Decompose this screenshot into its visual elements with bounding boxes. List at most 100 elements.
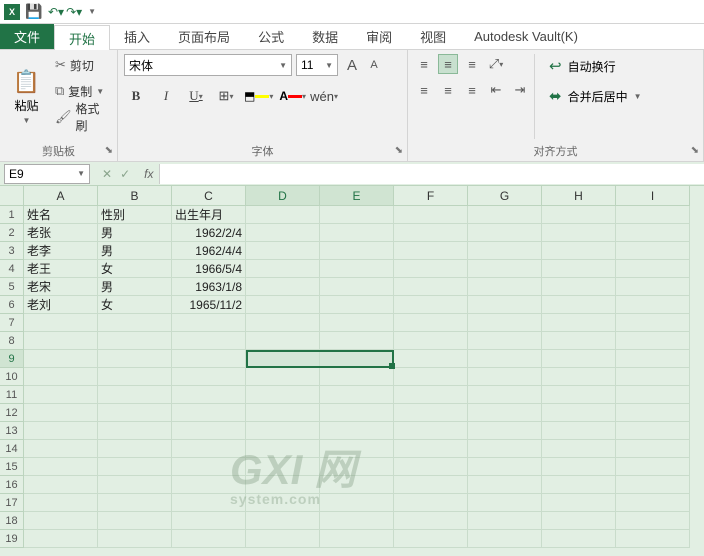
cell[interactable] — [616, 332, 690, 350]
cell[interactable] — [320, 386, 394, 404]
cell[interactable] — [616, 242, 690, 260]
undo-button[interactable]: ↶▾ — [48, 5, 64, 19]
cell[interactable] — [246, 512, 320, 530]
qat-dropdown[interactable]: ▼ — [88, 7, 96, 16]
cell[interactable] — [320, 242, 394, 260]
tab-home[interactable]: 开始 — [54, 25, 110, 50]
cell[interactable] — [24, 422, 98, 440]
cell[interactable] — [468, 296, 542, 314]
cell[interactable] — [542, 296, 616, 314]
spreadsheet-grid[interactable]: ABCDEFGHI 12345678910111213141516171819 … — [0, 186, 704, 556]
cell[interactable] — [468, 530, 542, 548]
cell[interactable] — [542, 440, 616, 458]
cell[interactable] — [468, 278, 542, 296]
row-header[interactable]: 14 — [0, 440, 24, 458]
cell[interactable] — [616, 440, 690, 458]
select-all-corner[interactable] — [0, 186, 24, 206]
cell[interactable] — [616, 458, 690, 476]
cell[interactable] — [172, 368, 246, 386]
cell[interactable] — [24, 458, 98, 476]
font-launcher-icon[interactable]: ⬊ — [395, 145, 403, 156]
font-color-button[interactable]: A▾ — [279, 89, 306, 103]
cell[interactable]: 老宋 — [24, 278, 98, 296]
row-header[interactable]: 17 — [0, 494, 24, 512]
cell[interactable] — [24, 350, 98, 368]
cell[interactable] — [616, 278, 690, 296]
cell[interactable] — [394, 458, 468, 476]
cell[interactable] — [616, 476, 690, 494]
row-header[interactable]: 10 — [0, 368, 24, 386]
cell[interactable] — [616, 404, 690, 422]
cell[interactable] — [394, 404, 468, 422]
cell[interactable] — [468, 386, 542, 404]
cell[interactable] — [172, 314, 246, 332]
cell[interactable] — [616, 422, 690, 440]
cell[interactable] — [172, 404, 246, 422]
row-header[interactable]: 11 — [0, 386, 24, 404]
cell[interactable]: 出生年月 — [172, 206, 246, 224]
cell[interactable]: 老李 — [24, 242, 98, 260]
cell[interactable] — [394, 206, 468, 224]
cell[interactable]: 男 — [98, 224, 172, 242]
increase-indent-button[interactable]: ⇥ — [510, 80, 530, 100]
column-header[interactable]: H — [542, 186, 616, 206]
font-name-select[interactable]: 宋体▼ — [124, 54, 292, 76]
underline-button[interactable]: U▾ — [184, 84, 208, 108]
cell[interactable] — [98, 440, 172, 458]
cell[interactable] — [246, 314, 320, 332]
cell[interactable] — [24, 332, 98, 350]
cell[interactable] — [98, 422, 172, 440]
column-header[interactable]: B — [98, 186, 172, 206]
cell[interactable] — [542, 260, 616, 278]
cell[interactable] — [542, 458, 616, 476]
cell[interactable] — [246, 350, 320, 368]
align-bottom-button[interactable]: ≡ — [462, 54, 482, 74]
cell[interactable] — [320, 224, 394, 242]
cell[interactable] — [24, 368, 98, 386]
cell[interactable] — [320, 494, 394, 512]
cell[interactable] — [98, 368, 172, 386]
cell[interactable] — [320, 422, 394, 440]
cell[interactable] — [246, 458, 320, 476]
cell[interactable] — [542, 404, 616, 422]
cell[interactable] — [320, 530, 394, 548]
cell[interactable] — [320, 368, 394, 386]
cell[interactable]: 1966/5/4 — [172, 260, 246, 278]
cell[interactable] — [394, 332, 468, 350]
cell[interactable] — [394, 224, 468, 242]
cell[interactable]: 女 — [98, 260, 172, 278]
row-header[interactable]: 12 — [0, 404, 24, 422]
cell[interactable] — [468, 422, 542, 440]
merge-center-button[interactable]: ⬌合并后居中▼ — [543, 84, 648, 108]
cell[interactable] — [394, 386, 468, 404]
cell[interactable] — [616, 224, 690, 242]
orientation-button[interactable]: ⤢▾ — [486, 54, 506, 74]
cell[interactable] — [468, 476, 542, 494]
align-right-button[interactable]: ≡ — [462, 80, 482, 100]
cell[interactable] — [468, 458, 542, 476]
cell[interactable] — [320, 404, 394, 422]
cell[interactable]: 女 — [98, 296, 172, 314]
cell[interactable] — [616, 512, 690, 530]
cell[interactable]: 1963/1/8 — [172, 278, 246, 296]
clipboard-launcher-icon[interactable]: ⬊ — [105, 145, 113, 156]
cell[interactable] — [468, 404, 542, 422]
cell[interactable] — [542, 224, 616, 242]
cell[interactable] — [172, 440, 246, 458]
tab-formulas[interactable]: 公式 — [244, 24, 298, 49]
cell[interactable] — [394, 530, 468, 548]
cell[interactable] — [98, 350, 172, 368]
copy-button[interactable]: ⧉复制▼ — [51, 80, 111, 102]
cell[interactable] — [98, 458, 172, 476]
cell[interactable] — [172, 476, 246, 494]
cell[interactable] — [394, 260, 468, 278]
cell[interactable] — [246, 476, 320, 494]
cell[interactable] — [172, 350, 246, 368]
cell[interactable] — [246, 440, 320, 458]
tab-file[interactable]: 文件 — [0, 24, 54, 49]
cell[interactable] — [98, 332, 172, 350]
tab-autodesk-vault[interactable]: Autodesk Vault(K) — [460, 24, 592, 49]
redo-button[interactable]: ↷▾ — [66, 5, 82, 19]
cell[interactable] — [320, 476, 394, 494]
cell[interactable] — [320, 458, 394, 476]
